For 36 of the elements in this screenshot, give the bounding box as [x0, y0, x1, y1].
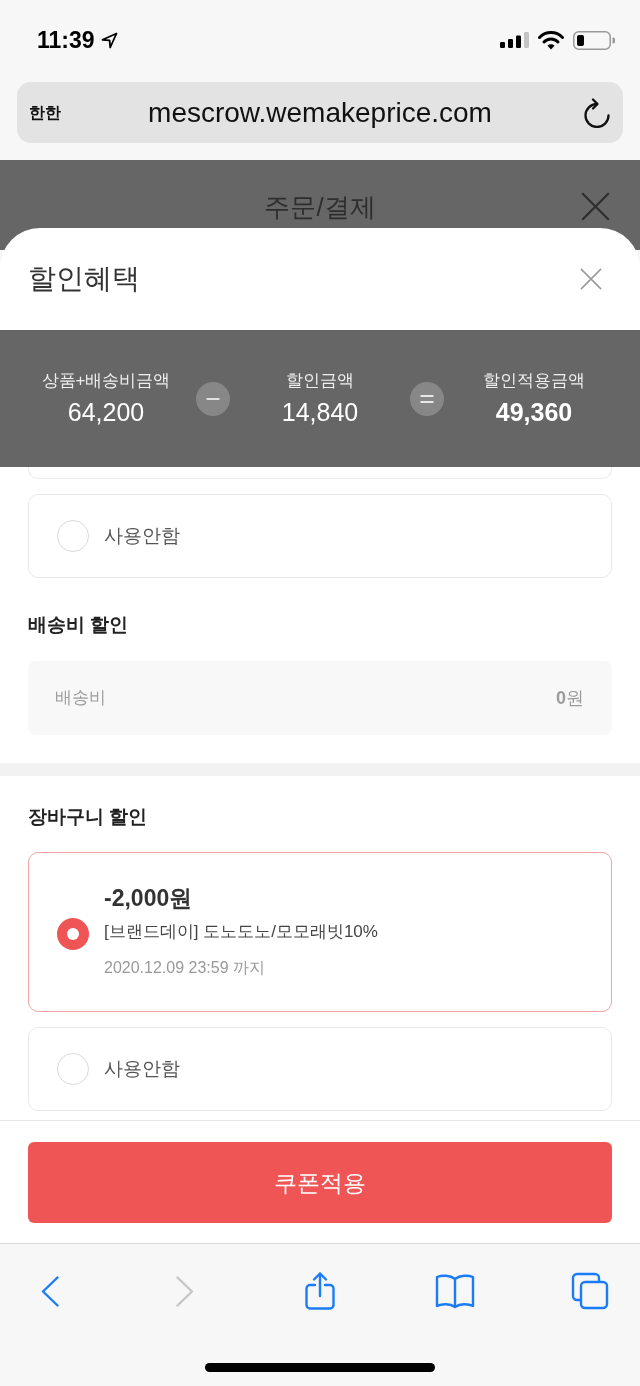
- minus-icon: [196, 381, 230, 416]
- coupon-card[interactable]: -2,000원 [브랜드데이] 도노도노/모모래빗10% 2020.12.09 23:59 까지: [28, 852, 612, 1012]
- location-arrow-icon: [100, 31, 118, 49]
- summary-value: 64,200: [67, 396, 145, 428]
- radio-button[interactable]: [57, 1053, 89, 1085]
- wifi-icon: [538, 30, 564, 50]
- option-card[interactable]: 사용안함: [28, 1027, 612, 1111]
- summary-label: 할인금액: [286, 369, 354, 392]
- section-heading: 배송비 할인: [28, 613, 130, 637]
- close-icon[interactable]: [580, 268, 602, 290]
- address-bar[interactable]: 한한 mescrow.wemakeprice.com: [17, 82, 623, 143]
- radio-button[interactable]: [57, 918, 89, 950]
- text-size-button[interactable]: 한한: [29, 102, 77, 123]
- option-label: 사용안함: [104, 1057, 180, 1081]
- coupon-expiry: 2020.12.09 23:59 까지: [104, 958, 265, 978]
- radio-button[interactable]: [57, 520, 89, 552]
- status-time: 11:39: [37, 26, 95, 54]
- summary-value: 49,360: [495, 396, 573, 428]
- url-text: mescrow.wemakeprice.com: [147, 95, 493, 130]
- battery-icon: [573, 30, 615, 50]
- option-card[interactable]: 사용안함: [28, 494, 612, 578]
- signal-icon: [500, 32, 529, 48]
- summary-label: 할인적용금액: [483, 369, 585, 392]
- sheet-title: 할인혜택: [28, 262, 140, 296]
- fee-label: 배송비: [55, 687, 106, 709]
- fee-amount: 0원: [556, 687, 584, 710]
- option-label: 사용안함: [104, 524, 180, 548]
- equals-icon: [410, 381, 444, 416]
- close-icon[interactable]: [581, 192, 610, 221]
- summary-value: 14,840: [281, 396, 359, 428]
- coupon-amount: -2,000원: [104, 884, 193, 913]
- summary-label: 상품+배송비금액: [41, 369, 171, 392]
- section-heading: 장바구니 할인: [28, 805, 149, 829]
- reload-icon[interactable]: [583, 97, 611, 128]
- coupon-title: [브랜드데이] 도노도노/모모래빗10%: [104, 921, 378, 943]
- page-title: 주문/결제: [264, 191, 376, 223]
